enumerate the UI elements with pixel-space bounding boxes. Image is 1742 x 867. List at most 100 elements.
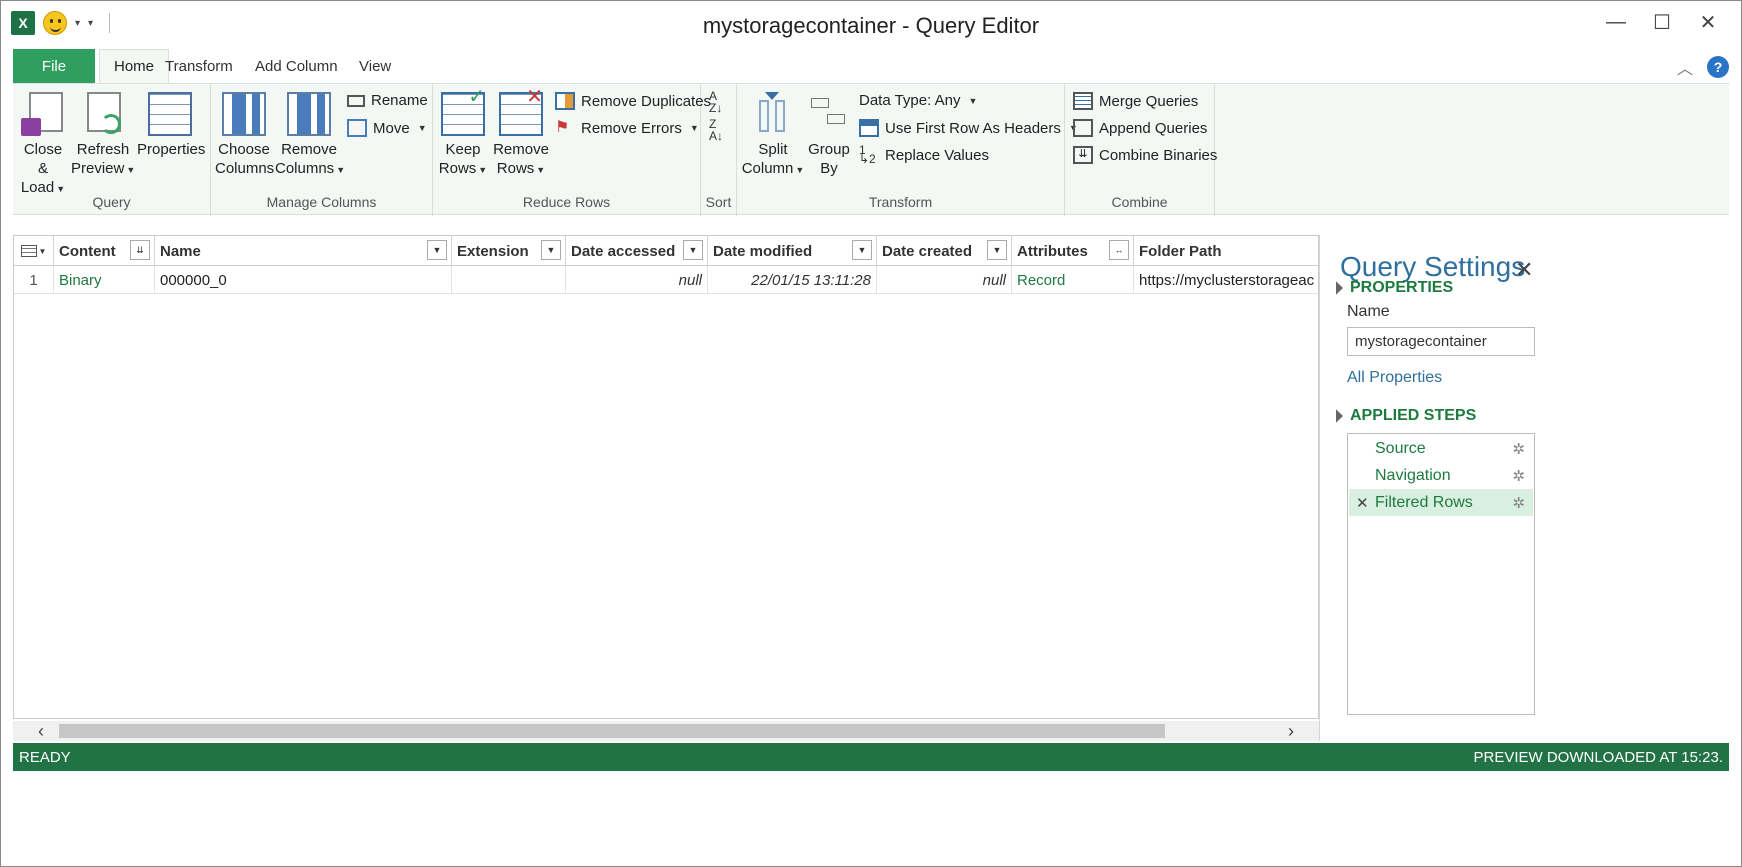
maximize-icon[interactable]: ☐ [1639, 7, 1685, 37]
table-menu-icon[interactable]: ▼ [14, 236, 54, 266]
group-label-manage-columns: Manage Columns [266, 194, 377, 210]
choose-columns-label-2: Columns [215, 160, 275, 177]
remove-errors-button[interactable]: ⚑ Remove Errors ▼ [555, 119, 699, 137]
group-sort: A Z↓ Z A↓ Sort [701, 84, 737, 216]
group-by-button[interactable]: Group By [807, 92, 851, 178]
cell-extension[interactable] [452, 266, 566, 294]
remove-duplicates-label: Remove Duplicates [581, 92, 712, 110]
expand-binary-icon[interactable]: ⇊ [130, 240, 150, 260]
grid-header: ▼ Content ⇊ Name ▼ Extension ▼ Date acce… [14, 236, 1318, 266]
horizontal-scrollbar[interactable]: ‹ › [13, 721, 1319, 741]
gear-icon[interactable]: ✲ [1512, 467, 1525, 485]
applied-steps-section-header[interactable]: APPLIED STEPS [1329, 407, 1476, 425]
row-index: 1 [14, 266, 54, 294]
all-properties-link[interactable]: All Properties [1347, 369, 1442, 387]
split-column-button[interactable]: Split Column ▼ [741, 92, 805, 180]
properties-section-header[interactable]: PROPERTIES [1329, 279, 1453, 297]
append-queries-button[interactable]: Append Queries [1073, 119, 1207, 137]
remove-columns-button[interactable]: Remove Columns ▼ [275, 92, 345, 180]
tab-add-column[interactable]: Add Column [241, 49, 352, 83]
filter-dropdown-icon[interactable]: ▼ [987, 240, 1007, 260]
move-button[interactable]: Move ▼ [347, 119, 427, 137]
remove-rows-button[interactable]: ✕ Remove Rows ▼ [493, 87, 549, 180]
remove-columns-label-1: Remove [281, 141, 337, 158]
table-row: 1 Binary 000000_0 null 22/01/15 13:11:28… [14, 266, 1318, 294]
collapse-triangle-icon [1329, 281, 1343, 295]
remove-columns-icon [287, 92, 331, 136]
tab-file[interactable]: File [13, 49, 95, 83]
step-filtered-rows[interactable]: ✕ Filtered Rows ✲ [1349, 489, 1533, 516]
use-first-row-button[interactable]: Use First Row As Headers ▼ [859, 119, 1078, 137]
merge-queries-button[interactable]: Merge Queries [1073, 92, 1198, 110]
close-load-button[interactable]: Close & Load ▼ [17, 92, 69, 199]
minimize-icon[interactable]: — [1593, 7, 1639, 37]
tab-view[interactable]: View [345, 49, 405, 83]
combine-binaries-button[interactable]: ⇊ Combine Binaries [1073, 146, 1217, 164]
column-header-extension[interactable]: Extension ▼ [452, 236, 566, 266]
cell-date-accessed[interactable]: null [566, 266, 708, 294]
group-reduce-rows: ✓ Keep Rows ▼ ✕ Remove Rows ▼ Remove Dupli… [433, 84, 711, 216]
replace-values-button[interactable]: 1 ↳2 Replace Values [859, 144, 989, 165]
choose-columns-label-1: Choose [218, 141, 270, 158]
column-header-date-modified[interactable]: Date modified ▼ [708, 236, 877, 266]
split-column-label-1: Split [758, 141, 788, 158]
column-header-date-accessed[interactable]: Date accessed ▼ [566, 236, 708, 266]
group-label-transform: Transform [868, 194, 933, 210]
query-name-input[interactable] [1347, 327, 1535, 356]
cell-attributes[interactable]: Record [1012, 266, 1134, 294]
data-type-button[interactable]: Data Type: Any ▼ [859, 92, 977, 109]
filter-dropdown-icon[interactable]: ▼ [541, 240, 561, 260]
step-source[interactable]: Source ✲ [1349, 435, 1533, 462]
properties-label: Properties [137, 141, 206, 158]
remove-duplicates-button[interactable]: Remove Duplicates [555, 92, 711, 110]
refresh-preview-button[interactable]: Refresh Preview ▼ [71, 92, 135, 180]
gear-icon[interactable]: ✲ [1512, 440, 1525, 458]
rename-button[interactable]: Rename [347, 92, 428, 109]
remove-rows-icon: ✕ [499, 87, 543, 136]
column-header-folder-path[interactable]: Folder Path [1134, 236, 1318, 266]
group-label-combine: Combine [1111, 194, 1168, 210]
sort-descending-icon[interactable]: Z A↓ [709, 118, 723, 142]
scroll-right-icon[interactable]: › [1279, 721, 1303, 741]
refresh-label-2: Preview [71, 160, 125, 177]
properties-icon [148, 92, 192, 136]
column-header-attributes[interactable]: Attributes ↔ [1012, 236, 1134, 266]
remove-duplicates-icon [555, 92, 575, 110]
filter-dropdown-icon[interactable]: ▼ [683, 240, 703, 260]
properties-button[interactable]: Properties [137, 92, 206, 159]
delete-step-icon[interactable]: ✕ [1356, 494, 1369, 512]
filter-dropdown-icon[interactable]: ▼ [427, 240, 447, 260]
step-navigation[interactable]: Navigation ✲ [1349, 462, 1533, 489]
step-label: Navigation [1375, 466, 1451, 484]
cell-name[interactable]: 000000_0 [155, 266, 452, 294]
keep-rows-button[interactable]: ✓ Keep Rows ▼ [437, 87, 489, 180]
column-label-folder-path: Folder Path [1139, 242, 1222, 260]
collapse-ribbon-icon[interactable]: ︿ [1677, 55, 1693, 79]
filter-dropdown-icon[interactable]: ▼ [852, 240, 872, 260]
remove-columns-label-2: Columns [275, 160, 335, 177]
gear-icon[interactable]: ✲ [1512, 494, 1525, 512]
column-header-content[interactable]: Content ⇊ [54, 236, 155, 266]
cell-date-modified[interactable]: 22/01/15 13:11:28 [708, 266, 877, 294]
close-window-icon[interactable]: ✕ [1685, 7, 1731, 37]
column-label-date-created: Date created [882, 242, 973, 260]
append-queries-label: Append Queries [1099, 119, 1208, 137]
help-icon[interactable]: ? [1707, 56, 1729, 78]
column-header-name[interactable]: Name ▼ [155, 236, 452, 266]
cell-folder-path[interactable]: https://myclusterstorageac [1134, 266, 1318, 294]
sort-ascending-icon[interactable]: A Z↓ [709, 90, 722, 114]
expand-record-icon[interactable]: ↔ [1109, 240, 1129, 260]
window-controls: — ☐ ✕ [1593, 7, 1731, 37]
scroll-left-icon[interactable]: ‹ [29, 721, 53, 741]
close-pane-icon[interactable]: ✕ [1515, 257, 1533, 283]
tab-transform[interactable]: Transform [151, 49, 247, 83]
column-label-extension: Extension [457, 242, 529, 260]
title-bar: X ▾ ▾ mystoragecontainer - Query Editor … [1, 1, 1741, 49]
merge-queries-icon [1073, 92, 1093, 110]
cell-date-created[interactable]: null [877, 266, 1012, 294]
scrollbar-thumb[interactable] [59, 724, 1165, 738]
choose-columns-button[interactable]: Choose Columns [215, 92, 275, 178]
cell-content[interactable]: Binary [54, 266, 155, 294]
column-header-date-created[interactable]: Date created ▼ [877, 236, 1012, 266]
query-editor-window: X ▾ ▾ mystoragecontainer - Query Editor … [0, 0, 1742, 867]
